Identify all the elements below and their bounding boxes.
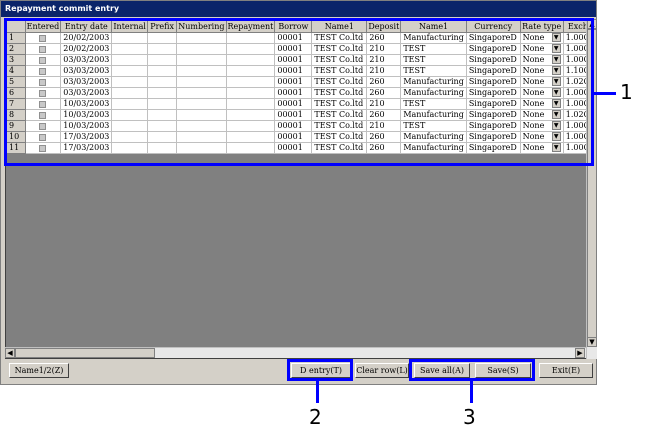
- grid-empty-area: [6, 168, 593, 358]
- callout-2: 2: [309, 405, 322, 429]
- grid-highlight: [4, 18, 594, 166]
- arrow-right-icon[interactable]: ▶: [575, 348, 585, 358]
- arrow-left-icon[interactable]: ◀: [5, 348, 15, 358]
- callout-3: 3: [463, 405, 476, 429]
- window-title: Repayment commit entry: [1, 1, 596, 17]
- callout-3-leader: [470, 381, 473, 403]
- horizontal-scrollbar[interactable]: ◀ ▶: [5, 347, 586, 358]
- clear-row-button[interactable]: Clear row(L): [355, 363, 409, 378]
- exit-button[interactable]: Exit(E): [539, 363, 593, 378]
- callout-1: 1: [620, 80, 633, 104]
- save-buttons-highlight: [409, 359, 535, 381]
- callout-2-leader: [316, 381, 319, 403]
- name12-button[interactable]: Name1/2(Z): [9, 363, 69, 378]
- d-entry-highlight: [287, 359, 353, 381]
- horizontal-scroll-thumb[interactable]: [15, 348, 155, 358]
- callout-1-leader: [594, 92, 616, 95]
- arrow-down-icon[interactable]: ▼: [587, 337, 597, 347]
